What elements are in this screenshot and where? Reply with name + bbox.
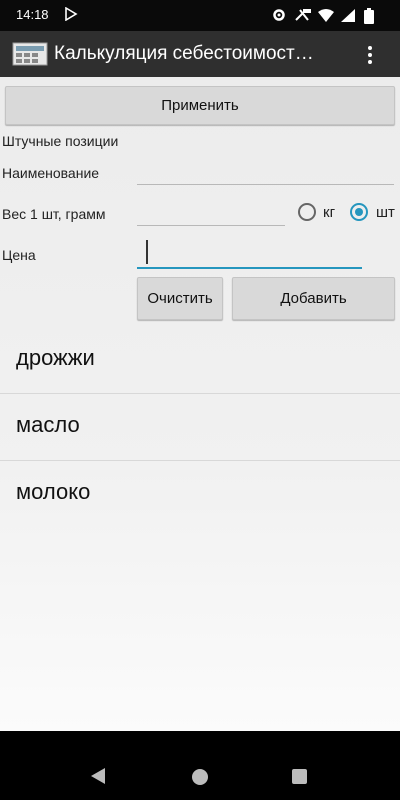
add-button[interactable]: Добавить [232,277,395,320]
name-label: Наименование [2,165,100,181]
unit-kg-radio[interactable] [298,203,316,221]
weight-input[interactable] [137,225,285,226]
list-item-label: масло [16,412,80,437]
tools-icon [295,9,311,21]
signal-icon [341,9,355,22]
clear-button[interactable]: Очистить [137,277,223,320]
list-item-label: молоко [16,479,91,504]
battery-icon [364,8,374,24]
play-store-notification-icon [65,7,78,21]
wifi-icon [318,9,334,22]
back-icon[interactable] [90,767,106,785]
status-time: 14:18 [16,7,49,22]
price-label: Цена [2,247,36,263]
unit-sht-label[interactable]: шт [376,204,395,221]
settings-gear-icon [273,9,285,21]
section-label: Штучные позиции [2,133,119,149]
radio-selected-dot [355,208,363,216]
home-icon[interactable] [192,769,208,785]
app-title: Калькуляция себестоимост… [54,43,314,64]
recent-apps-icon[interactable] [292,769,307,784]
list-item[interactable]: молоко [0,461,400,528]
item-list: дрожжи масло молоко [0,327,400,528]
weight-label: Вес 1 шт, грамм [2,206,106,222]
unit-sht-radio[interactable] [350,203,368,221]
name-input[interactable] [137,184,394,185]
main-content: Применить Штучные позиции Наименование В… [0,77,400,731]
list-item[interactable]: масло [0,394,400,461]
overflow-menu-icon[interactable] [362,43,378,67]
list-item-label: дрожжи [16,345,95,370]
price-input[interactable] [137,267,362,269]
apply-button[interactable]: Применить [5,86,395,125]
list-item[interactable]: дрожжи [0,327,400,394]
status-bar: 14:18 [0,0,400,31]
action-bar: Калькуляция себестоимост… [0,31,400,77]
text-cursor [146,240,148,264]
unit-kg-label[interactable]: кг [323,204,335,221]
app-icon [12,42,48,66]
navigation-bar [0,731,400,800]
